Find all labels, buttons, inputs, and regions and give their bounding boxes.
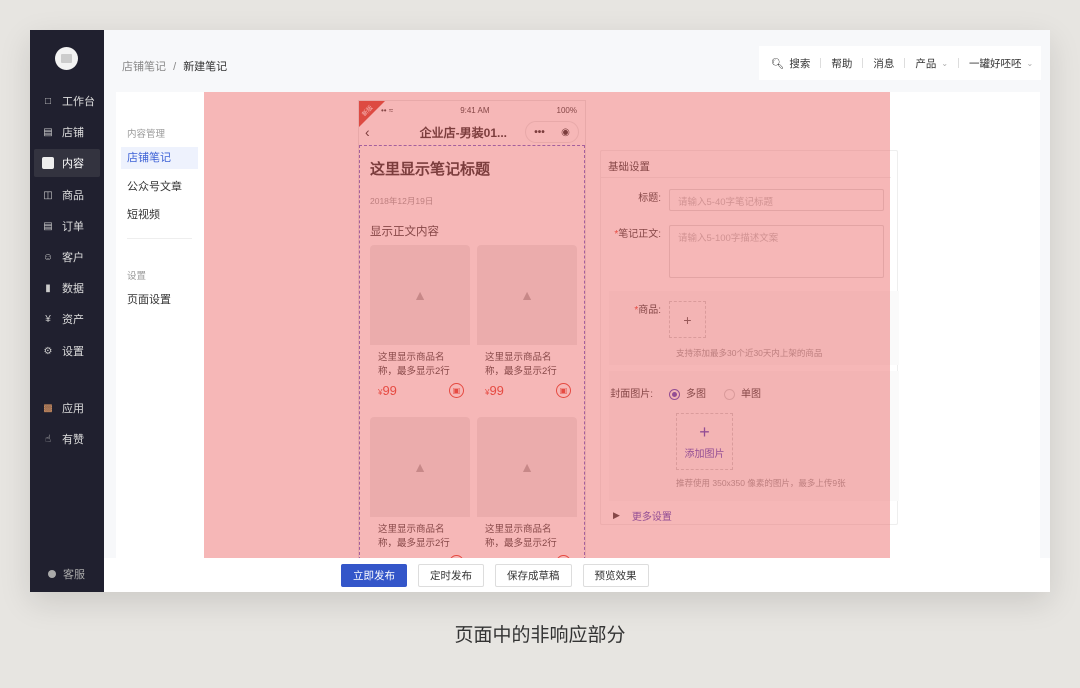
content-card: 内容管理 店铺笔记 公众号文章 短视频 设置 页面设置 新版 •• ≈9:41 … xyxy=(116,92,1040,570)
sidebar-item-user[interactable]: ☺ 客户 xyxy=(34,243,100,271)
store-logo xyxy=(55,47,78,70)
non-responsive-highlight xyxy=(204,92,890,558)
chevron-down-icon: ⌄ xyxy=(1026,58,1034,68)
search-button[interactable]: 搜索 xyxy=(789,56,810,71)
help-link[interactable]: 帮助 xyxy=(831,56,852,71)
messages-link[interactable]: 消息 xyxy=(873,56,894,71)
product-menu[interactable]: 产品 xyxy=(915,56,936,71)
breadcrumb-parent[interactable]: 店铺笔记 xyxy=(122,61,166,73)
workbench-icon: □ xyxy=(44,95,52,107)
chart-icon: ▮ xyxy=(45,282,51,294)
subnav-item-page-settings[interactable]: 页面设置 xyxy=(121,289,198,311)
sidebar-item-store[interactable]: ▤ 店铺 xyxy=(34,118,100,146)
publish-button[interactable]: 立即发布 xyxy=(341,563,407,587)
sidebar-item-bag[interactable]: ◫ 商品 xyxy=(34,181,100,209)
thumb-up-icon: ☝ xyxy=(44,433,52,445)
schedule-button[interactable]: 定时发布 xyxy=(418,563,484,587)
customer-service-button[interactable]: 客服 xyxy=(48,566,85,582)
content-icon xyxy=(42,157,54,169)
preview-button[interactable]: 预览效果 xyxy=(582,563,649,587)
app-window: □ 工作台 ▤ 店铺内容 ◫ 商品 ▤ 订单 ☺ 客户 ▮ 数据 ¥ 资产 ⚙ 设置 ▩ 应用 ☝ 有赞 客服 店铺笔… xyxy=(30,30,1050,592)
service-icon xyxy=(48,570,56,578)
user-icon: ☺ xyxy=(42,251,54,263)
sidebar-item-workbench[interactable]: □ 工作台 xyxy=(34,87,100,115)
sub-navigation: 内容管理 店铺笔记 公众号文章 短视频 设置 页面设置 xyxy=(116,92,204,558)
chevron-down-icon: ⌄ xyxy=(941,58,949,68)
subnav-item-articles[interactable]: 公众号文章 xyxy=(121,176,198,198)
breadcrumb-current: 新建笔记 xyxy=(183,61,228,73)
search-icon: 🔍︎ xyxy=(771,57,785,70)
yen-icon: ¥ xyxy=(45,313,51,325)
caption: 页面中的非响应部分 xyxy=(454,625,626,646)
sidebar: □ 工作台 ▤ 店铺内容 ◫ 商品 ▤ 订单 ☺ 客户 ▮ 数据 ¥ 资产 ⚙ 设置 ▩ 应用 ☝ 有赞 客服 xyxy=(30,30,104,592)
action-bar: 立即发布 定时发布 保存成草稿 预览效果 xyxy=(104,558,1050,592)
sidebar-item-chart[interactable]: ▮ 数据 xyxy=(34,274,100,302)
order-icon: ▤ xyxy=(43,220,53,232)
breadcrumb: 店铺笔记 / 新建笔记 xyxy=(122,61,228,73)
apps-icon: ▩ xyxy=(43,402,53,414)
divider xyxy=(127,238,192,239)
sidebar-item-thumb-up[interactable]: ☝ 有赞 xyxy=(34,425,100,453)
subnav-item-short-video[interactable]: 短视频 xyxy=(121,204,198,226)
store-icon: ▤ xyxy=(43,126,53,138)
top-bar: 🔍︎ 搜索 帮助 消息 产品 ⌄ 一罐好呸呸 ⌄ xyxy=(759,46,1041,80)
sidebar-item-yen[interactable]: ¥ 资产 xyxy=(34,305,100,333)
save-draft-button[interactable]: 保存成草稿 xyxy=(495,563,572,587)
sidebar-item-apps[interactable]: ▩ 应用 xyxy=(34,394,100,422)
sidebar-item-gear[interactable]: ⚙ 设置 xyxy=(34,337,100,365)
gear-icon: ⚙ xyxy=(43,345,53,357)
sidebar-item-content[interactable]: 内容 xyxy=(34,149,100,177)
subnav-item-store-notes[interactable]: 店铺笔记 xyxy=(121,147,198,169)
bag-icon: ◫ xyxy=(43,189,53,201)
user-menu[interactable]: 一罐好呸呸 xyxy=(969,56,1022,71)
sidebar-item-order[interactable]: ▤ 订单 xyxy=(34,212,100,240)
